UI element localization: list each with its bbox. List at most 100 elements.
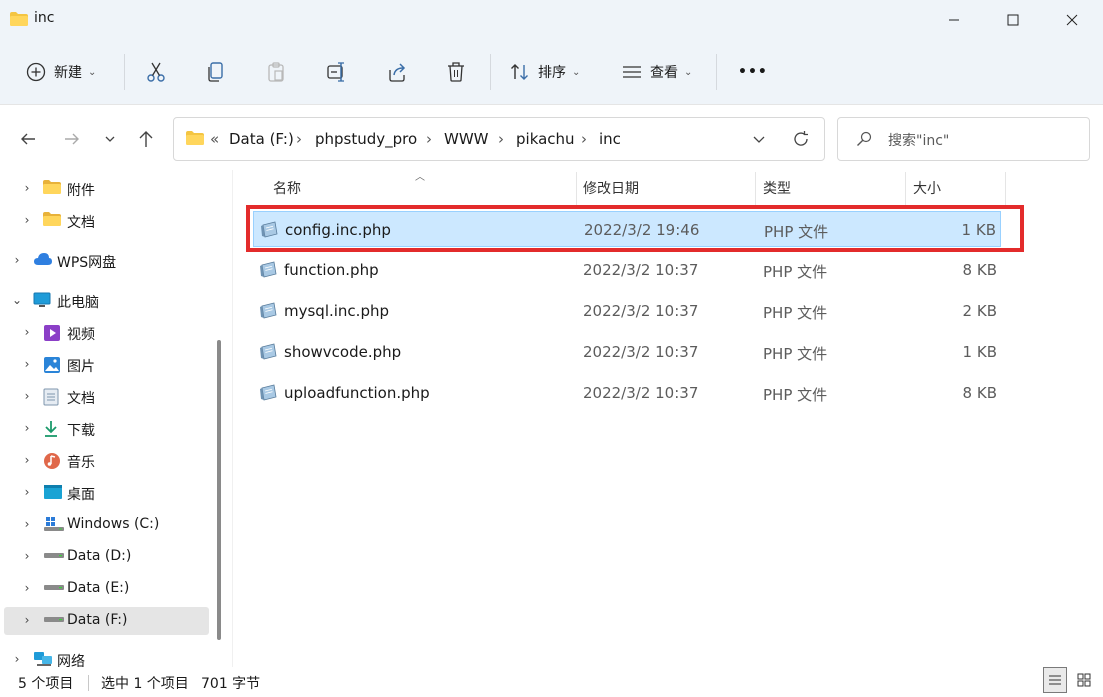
chevron-right-icon[interactable]: › xyxy=(20,613,34,627)
chevron-right-icon[interactable]: › xyxy=(10,652,24,666)
chevron-right-icon[interactable]: › xyxy=(20,389,34,403)
recent-locations-button[interactable] xyxy=(96,125,124,153)
breadcrumb-www[interactable]: WWW xyxy=(444,130,489,148)
details-view-button[interactable] xyxy=(1043,667,1067,693)
chevron-right-icon[interactable]: › xyxy=(20,517,34,531)
divider xyxy=(716,54,717,90)
sidebar-item[interactable]: › 文档 xyxy=(0,207,210,235)
chevron-right-icon[interactable]: › xyxy=(20,357,34,371)
chevron-right-icon[interactable]: › xyxy=(20,213,34,227)
address-dropdown-button[interactable] xyxy=(752,132,766,150)
forward-button[interactable] xyxy=(58,125,86,153)
breadcrumb-separator[interactable]: › xyxy=(296,130,302,148)
sort-button[interactable]: 排序 ⌄ xyxy=(510,56,580,88)
search-icon xyxy=(856,131,872,151)
sidebar-item[interactable]: › Data (E:) xyxy=(0,575,210,603)
chevron-down-icon xyxy=(105,136,115,142)
cloud-icon xyxy=(33,252,52,270)
sidebar-item[interactable]: › 文档 xyxy=(0,383,210,411)
file-modified: 2022/3/2 10:37 xyxy=(583,343,699,361)
sidebar-item[interactable]: ⌄ 此电脑 xyxy=(0,287,210,315)
file-row[interactable]: uploadfunction.php 2022/3/2 10:37 PHP 文件 8 … xyxy=(253,375,1001,411)
chevron-right-icon[interactable]: › xyxy=(10,253,24,267)
copy-button[interactable] xyxy=(206,56,226,88)
sidebar-item[interactable]: › Data (F:) xyxy=(4,607,209,635)
sidebar-item[interactable]: › WPS网盘 xyxy=(0,247,210,275)
breadcrumb-inc[interactable]: inc xyxy=(599,130,621,148)
breadcrumb-phpstudy-pro[interactable]: phpstudy_pro xyxy=(315,130,417,148)
file-size: 8 KB xyxy=(962,261,997,279)
file-size: 2 KB xyxy=(962,302,997,320)
windows-drive-icon xyxy=(43,516,64,534)
music-icon xyxy=(43,452,61,470)
chevron-right-icon[interactable]: › xyxy=(20,453,34,467)
sidebar-item[interactable]: › 音乐 xyxy=(0,447,210,475)
chevron-right-icon[interactable]: › xyxy=(20,549,34,563)
chevron-down-icon: ⌄ xyxy=(572,66,581,78)
overflow-crumb[interactable]: « xyxy=(210,130,219,148)
column-divider[interactable] xyxy=(755,172,756,206)
file-name: showvcode.php xyxy=(284,343,402,361)
file-type: PHP 文件 xyxy=(763,345,828,363)
search-box[interactable]: 搜索"inc" xyxy=(837,117,1090,161)
rename-button[interactable] xyxy=(326,56,348,88)
column-divider[interactable] xyxy=(576,172,577,206)
column-header-type[interactable]: 类型 xyxy=(763,178,791,198)
computer-icon xyxy=(33,292,51,310)
file-row[interactable]: function.php 2022/3/2 10:37 PHP 文件 8 KB xyxy=(253,252,1001,288)
delete-button[interactable] xyxy=(446,56,466,88)
breadcrumb-separator[interactable]: › xyxy=(426,130,432,148)
sidebar-item[interactable]: › Data (D:) xyxy=(0,543,210,571)
sidebar-item[interactable]: › Windows (C:) xyxy=(0,511,210,539)
breadcrumb-separator[interactable]: › xyxy=(498,130,504,148)
download-icon xyxy=(43,420,61,438)
sidebar-item[interactable]: › 桌面 xyxy=(0,479,210,507)
column-divider[interactable] xyxy=(905,172,906,206)
sidebar-item[interactable]: › 视频 xyxy=(0,319,210,347)
breadcrumb-data-f[interactable]: Data (F:) xyxy=(229,130,294,148)
sidebar-scrollbar[interactable] xyxy=(217,340,221,640)
back-button[interactable] xyxy=(14,125,42,153)
cut-button[interactable] xyxy=(146,56,166,88)
chevron-right-icon[interactable]: › xyxy=(20,485,34,499)
sidebar-item[interactable]: › 下载 xyxy=(0,415,210,443)
column-header-name[interactable]: 名称 xyxy=(273,178,301,198)
scissors-icon xyxy=(147,62,165,82)
chevron-right-icon[interactable]: › xyxy=(20,581,34,595)
more-options-button[interactable]: ••• xyxy=(738,56,768,88)
sidebar-item[interactable]: › 附件 xyxy=(0,175,210,203)
up-button[interactable] xyxy=(132,125,160,153)
column-header-size[interactable]: 大小 xyxy=(913,178,941,198)
new-button[interactable]: 新建 ⌄ xyxy=(26,56,96,88)
column-header-modified[interactable]: 修改日期 xyxy=(583,178,639,198)
folder-icon xyxy=(43,180,61,198)
file-row[interactable]: mysql.inc.php 2022/3/2 10:37 PHP 文件 2 KB xyxy=(253,293,1001,329)
maximize-button[interactable] xyxy=(990,0,1036,40)
share-button[interactable] xyxy=(386,56,408,88)
arrow-right-icon xyxy=(65,133,79,145)
column-divider[interactable] xyxy=(1005,172,1006,206)
view-button[interactable]: 查看 ⌄ xyxy=(622,56,692,88)
php-file-icon xyxy=(259,261,277,279)
file-name: uploadfunction.php xyxy=(284,384,430,402)
navigation-pane: › 附件 › 文档 › WPS网盘 ⌄ 此电脑 › 视频 › 图片 › 文档 › 下载 › 音乐 › 桌面 › Windo… xyxy=(0,170,230,670)
tiles-view-button[interactable] xyxy=(1072,667,1096,693)
search-input[interactable]: 搜索"inc" xyxy=(888,130,949,150)
more-icon: ••• xyxy=(738,64,768,80)
address-bar[interactable]: « Data (F:) › phpstudy_pro › WWW › pikac… xyxy=(173,117,825,161)
refresh-button[interactable] xyxy=(792,130,810,152)
status-bar: 5 个项目 选中 1 个项目 701 字节 xyxy=(0,667,1103,697)
sidebar-item[interactable]: › 图片 xyxy=(0,351,210,379)
breadcrumb-separator[interactable]: › xyxy=(581,130,587,148)
breadcrumb-pikachu[interactable]: pikachu xyxy=(516,130,575,148)
php-file-icon xyxy=(259,384,277,402)
chevron-right-icon[interactable]: › xyxy=(20,421,34,435)
file-row[interactable]: showvcode.php 2022/3/2 10:37 PHP 文件 1 KB xyxy=(253,334,1001,370)
chevron-down-icon[interactable]: ⌄ xyxy=(10,293,24,307)
chevron-right-icon[interactable]: › xyxy=(20,181,34,195)
minimize-button[interactable] xyxy=(931,0,977,40)
paste-button[interactable] xyxy=(266,56,286,88)
chevron-right-icon[interactable]: › xyxy=(20,325,34,339)
close-button[interactable] xyxy=(1049,0,1095,40)
drive-icon xyxy=(43,548,64,566)
